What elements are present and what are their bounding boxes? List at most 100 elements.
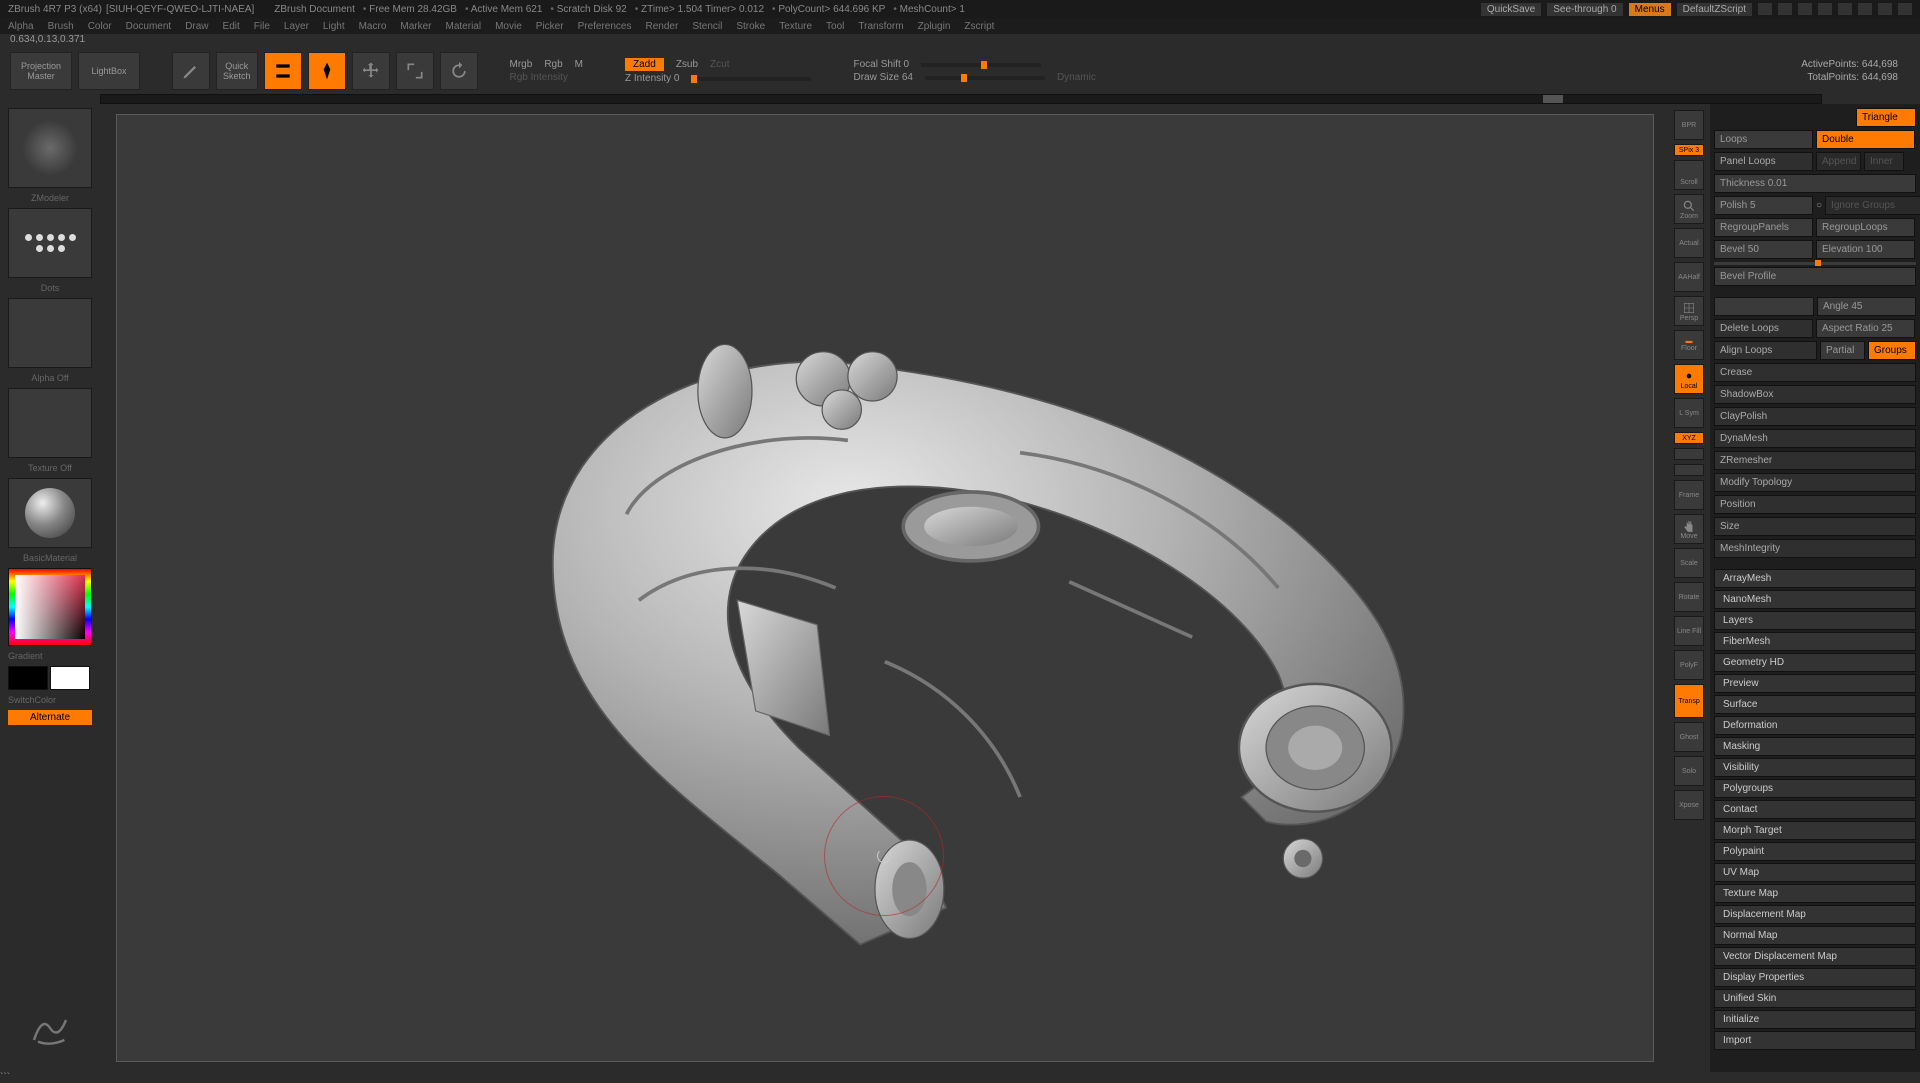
loops-label[interactable]: Loops — [1714, 130, 1813, 149]
persp-button[interactable]: Persp — [1674, 296, 1704, 326]
menus-button[interactable]: Menus — [1629, 3, 1671, 16]
polyf-button[interactable]: PolyF — [1674, 650, 1704, 680]
swatch-secondary[interactable] — [8, 666, 48, 690]
rgb-intensity-slider[interactable]: Rgb Intensity — [510, 72, 568, 83]
local-button[interactable]: Local — [1674, 364, 1704, 394]
quicksketch-button[interactable] — [172, 52, 210, 90]
menu-movie[interactable]: Movie — [495, 21, 522, 32]
ignore-groups-toggle[interactable]: Ignore Groups — [1825, 196, 1920, 215]
restore-icon[interactable] — [1878, 3, 1892, 15]
sec-normalmap[interactable]: Normal Map — [1714, 926, 1916, 945]
bevel-profile-curve[interactable]: Bevel Profile — [1714, 267, 1916, 286]
move-button[interactable] — [352, 52, 390, 90]
panel-loops-button[interactable]: Panel Loops — [1714, 152, 1813, 171]
sec-surface[interactable]: Surface — [1714, 695, 1916, 714]
double-button[interactable]: Double — [1816, 130, 1915, 149]
rotate-nav-button[interactable]: Rotate — [1674, 582, 1704, 612]
dock-1-icon[interactable] — [1758, 3, 1772, 15]
inner-toggle[interactable]: Inner — [1864, 152, 1904, 171]
draw-size-slider[interactable]: Draw Size 64 — [853, 72, 912, 83]
menu-color[interactable]: Color — [88, 21, 112, 32]
sec-deformation[interactable]: Deformation — [1714, 716, 1916, 735]
scale-button[interactable] — [396, 52, 434, 90]
polish-slider[interactable]: Polish 5 — [1714, 196, 1813, 215]
zoom-button[interactable]: Zoom — [1674, 194, 1704, 224]
zsub-toggle[interactable]: Zsub — [676, 59, 698, 70]
z-intensity-slider[interactable]: Z Intensity 0 — [625, 73, 679, 84]
item-meshintegrity[interactable]: MeshIntegrity — [1714, 539, 1916, 558]
sec-morphtarget[interactable]: Morph Target — [1714, 821, 1916, 840]
menu-light[interactable]: Light — [323, 21, 345, 32]
y-button[interactable] — [1674, 448, 1704, 460]
edit-button[interactable] — [264, 52, 302, 90]
sec-geometryhd[interactable]: Geometry HD — [1714, 653, 1916, 672]
aspect-ratio-slider[interactable]: Aspect Ratio 25 — [1816, 319, 1915, 338]
align-loops-button[interactable]: Align Loops — [1714, 341, 1817, 360]
thickness-slider[interactable]: Thickness 0.01 — [1714, 174, 1916, 193]
floor-button[interactable]: ▬Floor — [1674, 330, 1704, 360]
dynamic-toggle[interactable]: Dynamic — [1057, 72, 1096, 83]
lightbox-button[interactable]: LightBox — [78, 52, 140, 90]
item-dynamesh[interactable]: DynaMesh — [1714, 429, 1916, 448]
sec-initialize[interactable]: Initialize — [1714, 1010, 1916, 1029]
mrgb-toggle[interactable]: Mrgb — [510, 59, 533, 70]
viewport[interactable] — [116, 114, 1654, 1062]
swatch-primary[interactable] — [50, 666, 90, 690]
rgb-toggle[interactable]: Rgb — [544, 59, 562, 70]
groups-toggle[interactable]: Groups — [1868, 341, 1916, 360]
spix-slider[interactable]: SPix 3 — [1674, 144, 1704, 156]
menu-preferences[interactable]: Preferences — [578, 21, 632, 32]
z-intensity-track[interactable] — [691, 77, 811, 81]
angle-slider[interactable]: Angle 45 — [1817, 297, 1916, 316]
item-zremesher[interactable]: ZRemesher — [1714, 451, 1916, 470]
bpr-button[interactable]: BPR — [1674, 110, 1704, 140]
switchcolor-button[interactable]: SwitchColor — [8, 694, 92, 706]
close-icon[interactable] — [1898, 3, 1912, 15]
sec-contact[interactable]: Contact — [1714, 800, 1916, 819]
bevel-slider[interactable]: Bevel 50 — [1714, 240, 1813, 259]
quicksketch-label[interactable]: Quick Sketch — [216, 52, 258, 90]
menu-stencil[interactable]: Stencil — [692, 21, 722, 32]
aahalf-button[interactable]: AAHalf — [1674, 262, 1704, 292]
alpha-thumb[interactable] — [8, 298, 92, 368]
menu-material[interactable]: Material — [446, 21, 482, 32]
delete-loops-button[interactable]: Delete Loops — [1714, 319, 1813, 338]
sec-dispmap[interactable]: Displacement Map — [1714, 905, 1916, 924]
sec-arraymesh[interactable]: ArrayMesh — [1714, 569, 1916, 588]
xyz-button[interactable]: XYZ — [1674, 432, 1704, 444]
menu-layer[interactable]: Layer — [284, 21, 309, 32]
menu-zscript[interactable]: Zscript — [964, 21, 994, 32]
menu-transform[interactable]: Transform — [858, 21, 903, 32]
sec-preview[interactable]: Preview — [1714, 674, 1916, 693]
regroup-panels-button[interactable]: RegroupPanels — [1714, 218, 1813, 237]
menu-document[interactable]: Document — [126, 21, 172, 32]
triangle-button[interactable]: Triangle — [1856, 108, 1916, 127]
sec-masking[interactable]: Masking — [1714, 737, 1916, 756]
sec-fibermesh[interactable]: FiberMesh — [1714, 632, 1916, 651]
drawsize-track[interactable] — [925, 76, 1045, 80]
material-thumb[interactable] — [8, 478, 92, 548]
xpose-button[interactable]: Xpose — [1674, 790, 1704, 820]
menu-picker[interactable]: Picker — [536, 21, 564, 32]
focal-track[interactable] — [921, 63, 1041, 67]
menu-alpha[interactable]: Alpha — [8, 21, 34, 32]
regroup-loops-button[interactable]: RegroupLoops — [1816, 218, 1915, 237]
color-picker[interactable] — [8, 568, 92, 646]
menu-tool[interactable]: Tool — [826, 21, 844, 32]
menu-texture[interactable]: Texture — [779, 21, 812, 32]
solo-button[interactable]: Solo — [1674, 756, 1704, 786]
stroke-thumb[interactable] — [8, 208, 92, 278]
scroll-button[interactable]: Scroll — [1674, 160, 1704, 190]
dock-4-icon[interactable] — [1818, 3, 1832, 15]
alternate-button[interactable]: Alternate — [8, 710, 92, 725]
menu-zplugin[interactable]: Zplugin — [918, 21, 951, 32]
quicksave-button[interactable]: QuickSave — [1481, 3, 1541, 16]
menu-macro[interactable]: Macro — [359, 21, 387, 32]
lsym-button[interactable]: L Sym — [1674, 398, 1704, 428]
append-toggle[interactable]: Append — [1816, 152, 1861, 171]
item-size[interactable]: Size — [1714, 517, 1916, 536]
rotate-button[interactable] — [440, 52, 478, 90]
sec-visibility[interactable]: Visibility — [1714, 758, 1916, 777]
menu-brush[interactable]: Brush — [48, 21, 74, 32]
seethrough-slider[interactable]: See-through 0 — [1547, 3, 1622, 16]
